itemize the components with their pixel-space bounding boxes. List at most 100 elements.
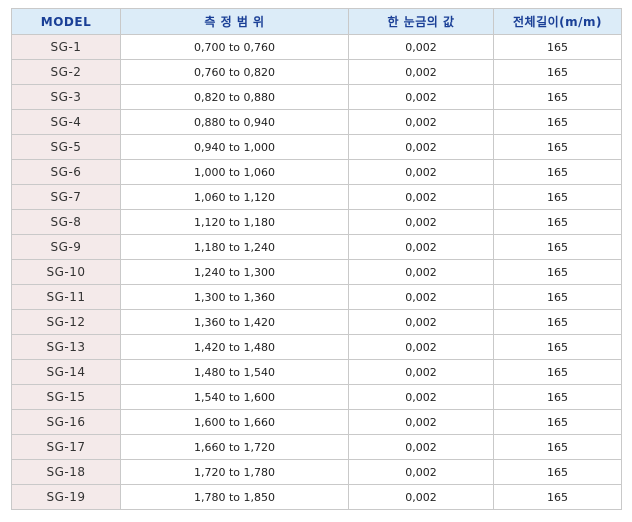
range-cell: 0,760 to 0,820 xyxy=(120,59,349,85)
model-cell: SG-10 xyxy=(11,259,121,285)
range-cell: 0,880 to 0,940 xyxy=(120,109,349,135)
graduation-cell: 0,002 xyxy=(348,409,494,435)
length-cell: 165 xyxy=(493,209,622,235)
graduation-cell: 0,002 xyxy=(348,284,494,310)
table-row: SG-5 0,940 to 1,000 0,002 165 xyxy=(11,134,622,160)
range-cell: 0,700 to 0,760 xyxy=(120,34,349,60)
graduation-cell: 0,002 xyxy=(348,234,494,260)
model-cell: SG-9 xyxy=(11,234,121,260)
model-cell: SG-12 xyxy=(11,309,121,335)
range-cell: 0,820 to 0,880 xyxy=(120,84,349,110)
table-row: SG-12 1,360 to 1,420 0,002 165 xyxy=(11,309,622,335)
length-cell: 165 xyxy=(493,59,622,85)
graduation-cell: 0,002 xyxy=(348,309,494,335)
range-cell: 1,120 to 1,180 xyxy=(120,209,349,235)
table-header: MODEL 측 정 범 위 한 눈금의 값 전체길이(m/m) xyxy=(11,8,622,35)
model-cell: SG-15 xyxy=(11,384,121,410)
range-cell: 1,780 to 1,850 xyxy=(120,484,349,510)
length-cell: 165 xyxy=(493,409,622,435)
length-cell: 165 xyxy=(493,309,622,335)
graduation-cell: 0,002 xyxy=(348,209,494,235)
table-row: SG-11 1,300 to 1,360 0,002 165 xyxy=(11,284,622,310)
model-cell: SG-16 xyxy=(11,409,121,435)
range-cell: 1,360 to 1,420 xyxy=(120,309,349,335)
graduation-cell: 0,002 xyxy=(348,84,494,110)
model-cell: SG-2 xyxy=(11,59,121,85)
range-cell: 1,060 to 1,120 xyxy=(120,184,349,210)
table-row: SG-1 0,700 to 0,760 0,002 165 xyxy=(11,34,622,60)
length-cell: 165 xyxy=(493,109,622,135)
length-cell: 165 xyxy=(493,384,622,410)
range-cell: 1,000 to 1,060 xyxy=(120,159,349,185)
header-row: MODEL 측 정 범 위 한 눈금의 값 전체길이(m/m) xyxy=(11,8,622,35)
table-body: SG-1 0,700 to 0,760 0,002 165 SG-2 0,760 to 0… xyxy=(11,34,622,510)
length-cell: 165 xyxy=(493,284,622,310)
table-row: SG-3 0,820 to 0,880 0,002 165 xyxy=(11,84,622,110)
model-cell: SG-17 xyxy=(11,434,121,460)
model-cell: SG-7 xyxy=(11,184,121,210)
graduation-cell: 0,002 xyxy=(348,359,494,385)
table-row: SG-4 0,880 to 0,940 0,002 165 xyxy=(11,109,622,135)
model-cell: SG-3 xyxy=(11,84,121,110)
length-cell: 165 xyxy=(493,484,622,510)
graduation-cell: 0,002 xyxy=(348,334,494,360)
range-cell: 1,240 to 1,300 xyxy=(120,259,349,285)
header-graduation-value: 한 눈금의 값 xyxy=(348,8,494,35)
graduation-cell: 0,002 xyxy=(348,184,494,210)
spec-table: MODEL 측 정 범 위 한 눈금의 값 전체길이(m/m) SG-1 0,70… xyxy=(11,8,622,510)
graduation-cell: 0,002 xyxy=(348,434,494,460)
length-cell: 165 xyxy=(493,159,622,185)
table-row: SG-9 1,180 to 1,240 0,002 165 xyxy=(11,234,622,260)
table-row: SG-6 1,000 to 1,060 0,002 165 xyxy=(11,159,622,185)
model-cell: SG-14 xyxy=(11,359,121,385)
range-cell: 1,540 to 1,600 xyxy=(120,384,349,410)
graduation-cell: 0,002 xyxy=(348,384,494,410)
table-row: SG-19 1,780 to 1,850 0,002 165 xyxy=(11,484,622,510)
graduation-cell: 0,002 xyxy=(348,59,494,85)
model-cell: SG-19 xyxy=(11,484,121,510)
table-row: SG-2 0,760 to 0,820 0,002 165 xyxy=(11,59,622,85)
range-cell: 1,720 to 1,780 xyxy=(120,459,349,485)
length-cell: 165 xyxy=(493,334,622,360)
graduation-cell: 0,002 xyxy=(348,34,494,60)
table-row: SG-13 1,420 to 1,480 0,002 165 xyxy=(11,334,622,360)
graduation-cell: 0,002 xyxy=(348,134,494,160)
model-cell: SG-4 xyxy=(11,109,121,135)
range-cell: 1,600 to 1,660 xyxy=(120,409,349,435)
range-cell: 0,940 to 1,000 xyxy=(120,134,349,160)
model-cell: SG-8 xyxy=(11,209,121,235)
header-total-length: 전체길이(m/m) xyxy=(493,8,622,35)
table-row: SG-17 1,660 to 1,720 0,002 165 xyxy=(11,434,622,460)
graduation-cell: 0,002 xyxy=(348,109,494,135)
model-cell: SG-18 xyxy=(11,459,121,485)
model-cell: SG-5 xyxy=(11,134,121,160)
model-cell: SG-11 xyxy=(11,284,121,310)
model-cell: SG-6 xyxy=(11,159,121,185)
length-cell: 165 xyxy=(493,84,622,110)
length-cell: 165 xyxy=(493,359,622,385)
table-row: SG-14 1,480 to 1,540 0,002 165 xyxy=(11,359,622,385)
table-row: SG-16 1,600 to 1,660 0,002 165 xyxy=(11,409,622,435)
graduation-cell: 0,002 xyxy=(348,459,494,485)
length-cell: 165 xyxy=(493,34,622,60)
range-cell: 1,660 to 1,720 xyxy=(120,434,349,460)
table-row: SG-7 1,060 to 1,120 0,002 165 xyxy=(11,184,622,210)
length-cell: 165 xyxy=(493,259,622,285)
length-cell: 165 xyxy=(493,134,622,160)
table-row: SG-8 1,120 to 1,180 0,002 165 xyxy=(11,209,622,235)
table-row: SG-10 1,240 to 1,300 0,002 165 xyxy=(11,259,622,285)
model-cell: SG-13 xyxy=(11,334,121,360)
range-cell: 1,420 to 1,480 xyxy=(120,334,349,360)
table-row: SG-15 1,540 to 1,600 0,002 165 xyxy=(11,384,622,410)
length-cell: 165 xyxy=(493,434,622,460)
range-cell: 1,180 to 1,240 xyxy=(120,234,349,260)
header-model: MODEL xyxy=(11,8,121,35)
length-cell: 165 xyxy=(493,459,622,485)
table-row: SG-18 1,720 to 1,780 0,002 165 xyxy=(11,459,622,485)
length-cell: 165 xyxy=(493,234,622,260)
header-measuring-range: 측 정 범 위 xyxy=(120,8,349,35)
model-cell: SG-1 xyxy=(11,34,121,60)
length-cell: 165 xyxy=(493,184,622,210)
range-cell: 1,300 to 1,360 xyxy=(120,284,349,310)
graduation-cell: 0,002 xyxy=(348,484,494,510)
